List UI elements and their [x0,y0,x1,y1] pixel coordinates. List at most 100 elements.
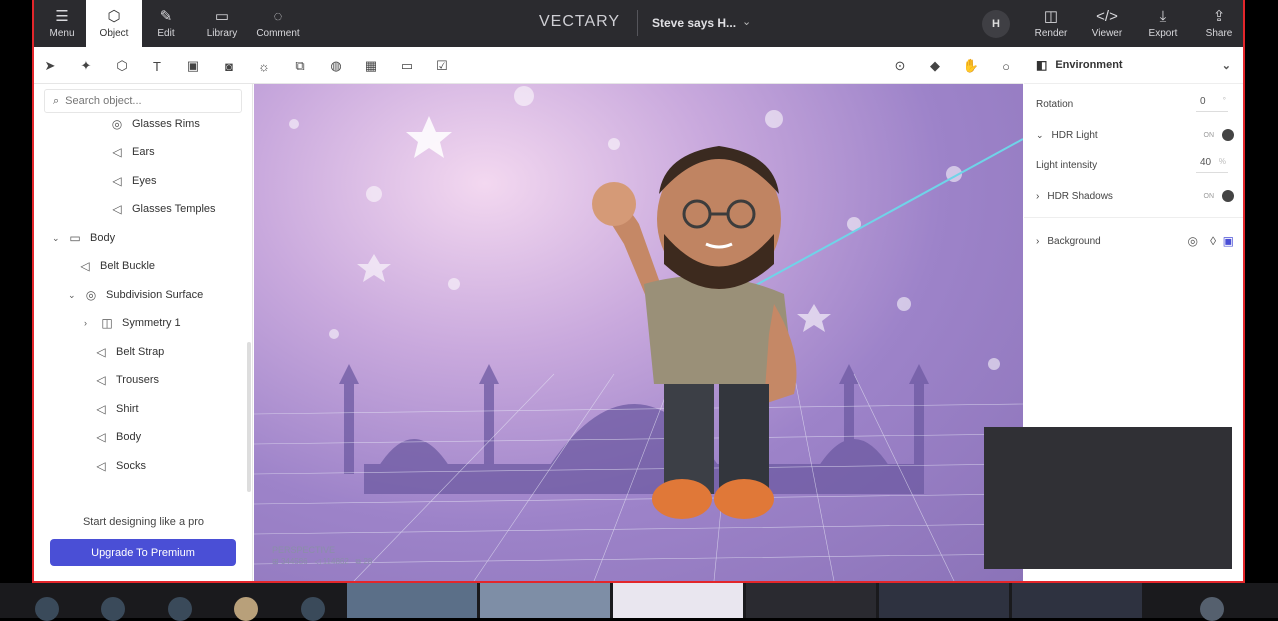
bokeh-lights [289,86,1000,370]
participant-avatar[interactable] [35,597,59,621]
color-drop-icon[interactable]: ◊ [1210,234,1216,248]
tree-item[interactable]: ◁ Ears [110,142,154,162]
share-button[interactable]: ⇪ Share [1191,0,1243,47]
render-icon: ◫ [1043,7,1059,25]
environment-header[interactable]: ◧ Environment ⌄ [1024,47,1243,84]
search-box[interactable]: ⌕ [44,89,242,113]
share-icon: ⇪ [1212,7,1226,25]
participant-video[interactable] [879,583,1009,618]
tree-item[interactable]: ◁ Belt Strap [94,342,164,362]
group-folder-icon[interactable]: ▭ [397,56,417,76]
participant-avatar[interactable] [1200,597,1224,621]
focus-icon[interactable]: ⊙ [890,56,910,76]
tree-item[interactable]: ◁ Eyes [110,171,156,191]
menu-button[interactable]: ☰ Menu [34,0,90,47]
sphere-icon[interactable]: ○ [996,56,1016,76]
hdr-shadows-toggle[interactable] [1222,190,1234,202]
mesh-icon: ◁ [96,430,106,444]
promo-text: Start designing like a pro [82,516,205,528]
viewport-scene [254,86,1023,581]
user-avatar[interactable]: H [982,10,1010,38]
pen-tool-icon[interactable]: ✦ [76,56,96,76]
rotation-row: Rotation 0 ° [1036,94,1236,114]
mosque-silhouette [339,364,929,494]
object-tab[interactable]: ⬡ Object [86,0,142,47]
select-tool-icon[interactable]: ➤ [40,56,60,76]
hdr-shadows-row[interactable]: › HDR Shadows ON [1036,186,1236,206]
chevron-down-icon[interactable]: ⌄ [1222,59,1231,72]
primitive-cube-icon[interactable]: ⬡ [112,56,132,76]
tree-item[interactable]: ◁ Trousers [94,370,159,390]
search-input[interactable] [65,95,226,107]
tree-item-body-group[interactable]: ⌄ ▭ Body [52,228,115,248]
library-tab[interactable]: ▭ Library [194,0,250,47]
app-window: ☰ Menu ⬡ Object ✎ Edit ▭ Library ◌ Comme… [32,0,1245,583]
image-tool-icon[interactable]: ▣ [183,56,203,76]
image-bg-icon[interactable]: ▣ [1223,234,1234,248]
modifier-icon[interactable]: ⧉ [290,56,310,76]
layers-icon[interactable]: ◆ [925,56,945,76]
project-title[interactable]: Steve says H... [652,16,736,30]
edit-tab[interactable]: ✎ Edit [138,0,194,47]
background-row[interactable]: › Background ◎ ◊ ▣ [1036,231,1236,251]
text-tool-icon[interactable]: T [147,56,167,76]
comment-tab[interactable]: ◌ Comment [250,0,306,47]
symmetry-icon: ◫ [101,316,113,330]
mesh-icon: ◁ [96,373,106,387]
participants-strip [0,583,1278,621]
tree-item-symmetry[interactable]: › ◫ Symmetry 1 [84,313,181,333]
participant-avatar[interactable] [168,597,192,621]
participant-avatar[interactable] [234,597,258,621]
mesh-icon: ◁ [112,202,122,216]
chevron-down-icon[interactable]: ⌄ [742,15,751,28]
export-button[interactable]: ⤓ Export [1135,0,1191,47]
rotation-input[interactable]: 0 ° [1196,96,1228,112]
participant-video[interactable] [746,583,876,618]
view-mode-label: PERSPECTIVE [272,545,336,555]
edit-box-icon[interactable]: ☑ [432,56,452,76]
participant-avatar[interactable] [101,597,125,621]
tree-item[interactable]: ◁ Belt Buckle [78,256,155,276]
top-bar: ☰ Menu ⬡ Object ✎ Edit ▭ Library ◌ Comme… [34,0,1243,47]
participant-video[interactable] [347,583,477,618]
tree-item[interactable]: ◎ Glasses Rims [110,114,200,134]
participant-avatar[interactable] [301,597,325,621]
chevron-right-icon[interactable]: › [1036,191,1039,202]
chevron-right-icon[interactable]: › [1036,236,1039,247]
face-icon: ◁ [314,557,321,566]
participant-video[interactable] [613,583,743,618]
light-icon[interactable]: ☼ [254,56,274,76]
chevron-down-icon[interactable]: ⌄ [52,233,62,244]
tree-item-subdivision[interactable]: ⌄ ◎ Subdivision Surface [68,285,203,305]
tree-item[interactable]: ◁ Shirt [94,399,138,419]
participant-video[interactable] [480,583,610,618]
star-shape [797,304,831,332]
light-intensity-input[interactable]: 40 % [1196,157,1228,173]
folder-icon: ▭ [69,231,81,245]
tree-item[interactable]: ◁ Glasses Temples [110,199,215,219]
tree-item[interactable]: ◁ Body [94,427,141,447]
hdr-bg-icon[interactable]: ◎ [1188,234,1198,248]
viewer-button[interactable]: </> Viewer [1079,0,1135,47]
scrollbar[interactable] [247,342,251,492]
3d-viewport[interactable]: PERSPECTIVE ⊞ 344586 ◁ 114862 ⧉ 28 [254,84,1023,581]
hdr-light-row[interactable]: ⌄ HDR Light ON [1036,125,1236,145]
chevron-down-icon[interactable]: ⌄ [1036,130,1044,141]
hamburger-icon: ☰ [55,7,69,25]
mesh-icon: ◁ [96,402,106,416]
render-button[interactable]: ◫ Render [1023,0,1079,47]
folder-icon: ▭ [214,7,230,25]
brand-logo: VECTARY [539,13,621,30]
checker-icon[interactable]: ▦ [361,56,381,76]
tree-item[interactable]: ◁ Socks [94,456,146,476]
chevron-right-icon[interactable]: › [84,318,94,328]
subdivision-icon: ◎ [111,117,123,131]
material-icon[interactable]: ◍ [326,56,346,76]
hdr-light-toggle[interactable] [1222,129,1234,141]
participant-video[interactable] [1012,583,1142,618]
hand-icon[interactable]: ✋ [961,56,981,76]
upgrade-button[interactable]: Upgrade To Premium [50,539,236,566]
chevron-down-icon[interactable]: ⌄ [68,290,78,301]
scene-panel: ⌕ ◎ Glasses Rims ◁ Ears ◁ Eyes ◁ Glasses… [34,84,253,581]
camera-icon[interactable]: ◙ [219,56,239,76]
